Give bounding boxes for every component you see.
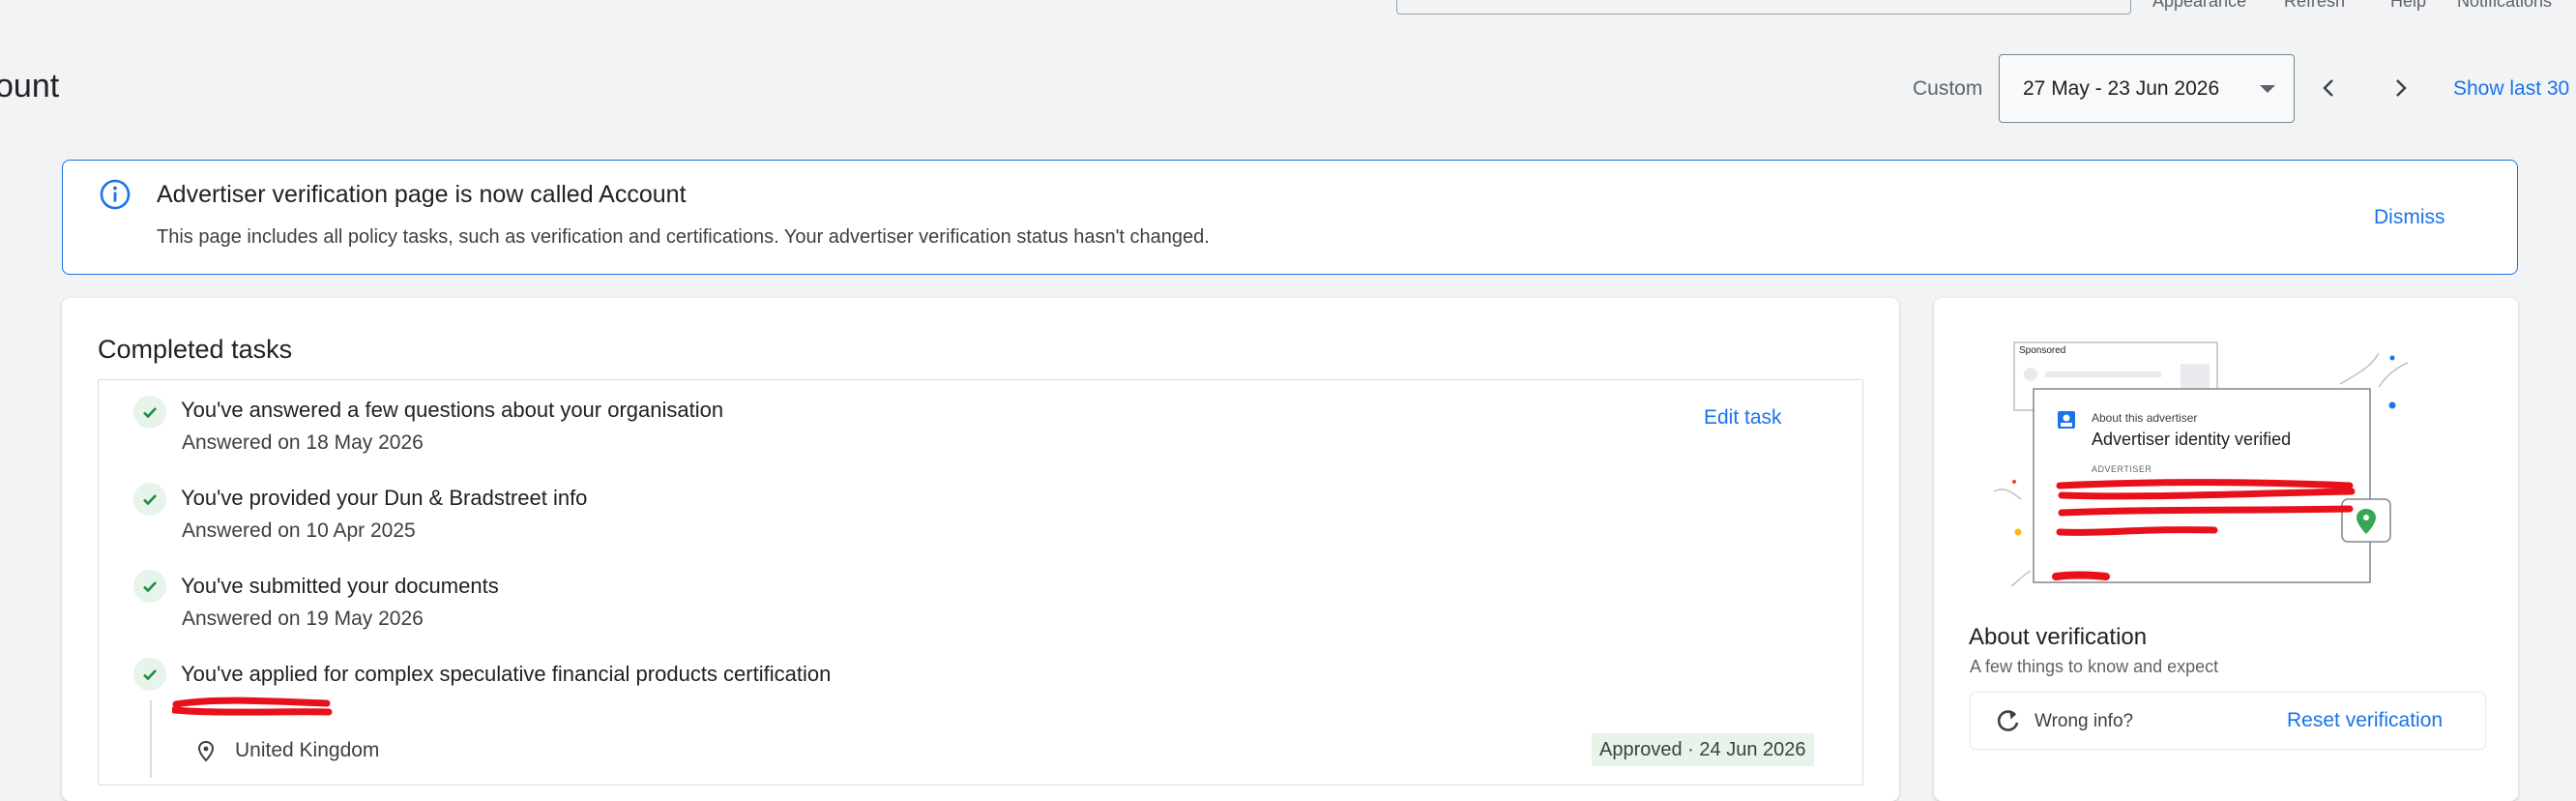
chevron-right-icon (2396, 79, 2407, 97)
completed-tasks-title: Completed tasks (98, 335, 293, 364)
previous-period-button[interactable] (2307, 66, 2352, 110)
sponsored-label: Sponsored (2019, 345, 2066, 356)
check-icon (133, 483, 166, 516)
advertiser-field-label: ADVERTISER (2092, 464, 2152, 474)
notifications-link[interactable]: Notifications (2457, 0, 2552, 12)
banner-description: This page includes all policy tasks, suc… (157, 226, 1210, 248)
date-range-type-label: Custom (1913, 77, 1983, 100)
wrong-info-label: Wrong info? (2034, 711, 2134, 731)
task-title: You've submitted your documents (181, 574, 499, 598)
check-icon (133, 570, 166, 603)
info-banner (62, 160, 2518, 275)
page-title: count (0, 68, 60, 104)
about-verification-subtitle: A few things to know and expect (1970, 657, 2219, 676)
task-title: You've provided your Dun & Bradstreet in… (181, 486, 588, 510)
about-advertiser-label: About this advertiser (2092, 411, 2198, 425)
edit-task-button[interactable]: Edit task (1704, 406, 1782, 430)
task-subtitle: Answered on 18 May 2026 (182, 431, 424, 454)
search-field[interactable] (1396, 0, 2131, 15)
dismiss-button[interactable]: Dismiss (2374, 206, 2445, 229)
redaction-mark (172, 697, 333, 716)
date-range-value: 27 May - 23 Jun 2026 (2023, 77, 2220, 100)
tree-connector (150, 700, 152, 778)
task-title: You've answered a few questions about yo… (181, 398, 724, 422)
location-pin-icon (197, 740, 215, 762)
show-last-30-link[interactable]: Show last 30 (2453, 77, 2569, 101)
advertiser-verified-label: Advertiser identity verified (2092, 430, 2292, 449)
appearance-link[interactable]: Appearance (2152, 0, 2246, 12)
banner-title: Advertiser verification page is now call… (157, 181, 687, 208)
task-title: You've applied for complex speculative f… (181, 662, 832, 686)
chevron-left-icon (2323, 79, 2333, 97)
task-subtitle: Answered on 19 May 2026 (182, 608, 424, 630)
check-icon (133, 396, 166, 429)
next-period-button[interactable] (2378, 66, 2422, 110)
refresh-icon (1997, 710, 2019, 731)
about-verification-title: About verification (1969, 624, 2148, 650)
info-icon (100, 179, 131, 210)
help-link[interactable]: Help (2390, 0, 2426, 12)
reset-verification-button[interactable]: Reset verification (2287, 709, 2443, 732)
refresh-link[interactable]: Refresh (2284, 0, 2345, 12)
task-subtitle: Answered on 10 Apr 2025 (182, 519, 416, 542)
status-badge: Approved · 24 Jun 2026 (1592, 733, 1814, 766)
check-icon (133, 658, 166, 691)
verification-illustration (1993, 341, 2409, 587)
dropdown-caret-icon (2260, 85, 2275, 93)
certification-country: United Kingdom (235, 739, 380, 761)
